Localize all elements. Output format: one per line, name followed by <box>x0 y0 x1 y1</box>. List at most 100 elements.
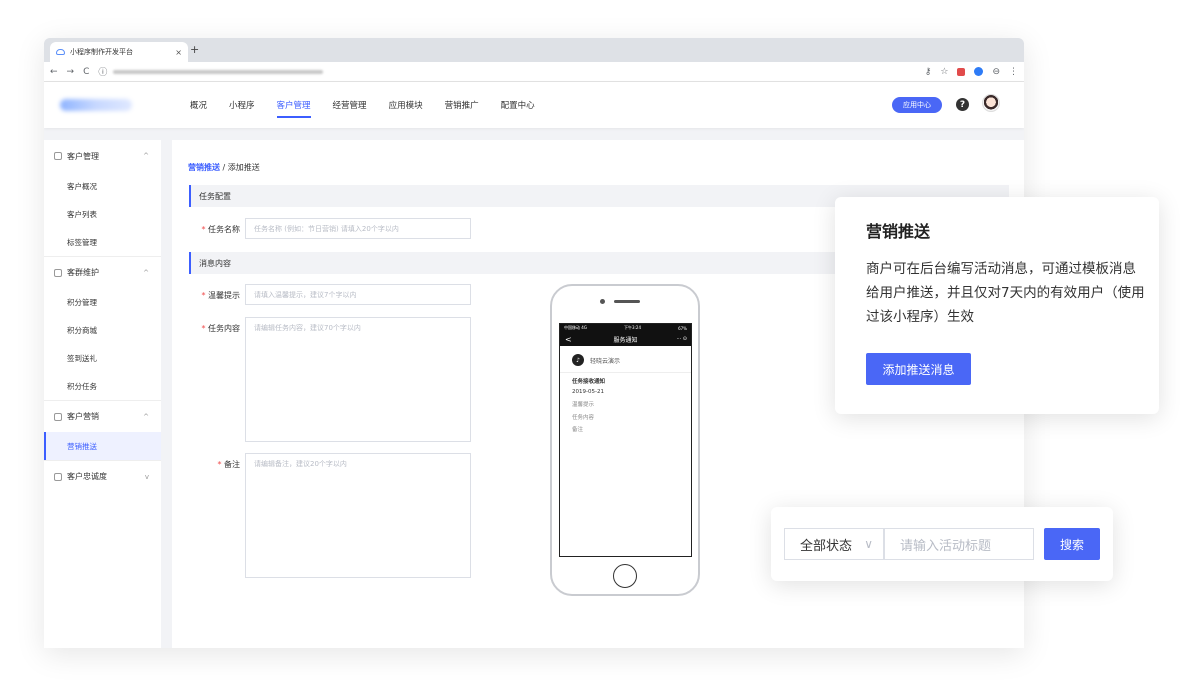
sidebar-item-tags[interactable]: 标签管理 <box>44 228 161 256</box>
app-center-button[interactable]: 应用中心 <box>892 97 942 113</box>
task-name-label: * 任务名称 <box>180 224 240 235</box>
breadcrumb-current: 添加推送 <box>227 163 260 172</box>
content-textarea[interactable]: 请编辑任务内容，建议70个字以内 <box>245 317 471 442</box>
sidebar-item-tasks[interactable]: 积分任务 <box>44 372 161 400</box>
address-bar: ← → C ⓘ ⚷ ☆ ⊖ ⋮ <box>44 62 1024 82</box>
carrier: 中国移动 4G <box>564 325 587 330</box>
status-select[interactable]: 全部状态 ∨ <box>784 528 884 560</box>
key-icon[interactable]: ⚷ <box>925 67 932 77</box>
chevron-up-icon: ^ <box>143 412 149 421</box>
tab-title: 小程序制作开发平台 <box>70 48 133 56</box>
camera-icon <box>600 299 605 304</box>
nav-customer[interactable]: 客户管理 <box>276 82 311 128</box>
cloud-icon <box>56 49 65 55</box>
label-text: 备注 <box>224 460 240 469</box>
required-mark: * <box>217 460 222 469</box>
nav-marketing[interactable]: 营销推广 <box>445 82 479 128</box>
breadcrumb: 营销推送 / 添加推送 <box>188 162 260 173</box>
new-tab-button[interactable]: + <box>190 43 199 56</box>
chevron-up-icon: ^ <box>143 268 149 277</box>
sidebar-group-maintain[interactable]: 客群维护 ^ <box>44 256 161 288</box>
capsule-icon: ··· ⊙ <box>676 336 687 342</box>
sidebar-item-points[interactable]: 积分管理 <box>44 288 161 316</box>
search-card: 全部状态 ∨ 请输入活动标题 搜索 <box>771 507 1113 581</box>
reload-icon[interactable]: C <box>83 67 89 77</box>
extension-blue-icon[interactable] <box>974 67 984 76</box>
close-icon[interactable]: × <box>175 48 182 57</box>
add-push-button[interactable]: 添加推送消息 <box>866 353 971 385</box>
speaker <box>614 300 640 303</box>
phone-preview: 中国移动 4G 下午3:24 67% < 服务通知 ··· ⊙ ♪ 轻晓云演示 … <box>550 284 700 596</box>
back-icon: < <box>565 334 572 344</box>
sidebar-group-marketing[interactable]: 客户营销 ^ <box>44 400 161 432</box>
sidebar-group-customer[interactable]: 客户管理 ^ <box>44 140 161 172</box>
nav-modules[interactable]: 应用模块 <box>389 82 423 128</box>
promo-title: 营销推送 <box>866 222 931 241</box>
group-icon <box>54 268 62 277</box>
search-input[interactable]: 请输入活动标题 <box>884 528 1034 560</box>
promo-card: 营销推送 商户可在后台编写活动消息，可通过模板消息给用户推送，并且仅对7天内的有… <box>835 197 1159 414</box>
group-label: 客户营销 <box>67 412 99 421</box>
notice-line: 备注 <box>572 427 584 433</box>
sidebar: 客户管理 ^ 客户概况 客户列表 标签管理 客群维护 ^ 积分管理 积分商城 签… <box>44 140 161 648</box>
sidebar-item-list[interactable]: 客户列表 <box>44 200 161 228</box>
extension-red-icon[interactable] <box>957 67 966 76</box>
label-text: 温馨提示 <box>208 291 240 300</box>
task-name-input[interactable]: 任务名称 (例如：节日营销) 请填入20个字以内 <box>245 218 471 239</box>
help-icon[interactable]: ? <box>956 98 969 111</box>
logo[interactable] <box>60 99 132 111</box>
required-mark: * <box>201 225 206 234</box>
time: 下午3:24 <box>624 325 641 330</box>
sender-name: 轻晓云演示 <box>590 357 621 365</box>
search-button[interactable]: 搜索 <box>1044 528 1100 560</box>
app-icon: ♪ <box>572 354 584 366</box>
nav-business[interactable]: 经营管理 <box>333 82 367 128</box>
group-label: 客户管理 <box>67 151 99 161</box>
required-mark: * <box>201 291 206 300</box>
notice-date: 2019-05-21 <box>572 388 604 395</box>
extensions: ⚷ ☆ ⊖ ⋮ <box>925 67 1018 77</box>
account-icon[interactable]: ⊖ <box>992 67 1000 77</box>
battery: 67% <box>678 325 687 331</box>
star-icon[interactable]: ☆ <box>940 67 948 77</box>
status-bar: 中国移动 4G 下午3:24 67% <box>560 324 691 332</box>
avatar[interactable] <box>982 94 1000 112</box>
crown-icon <box>54 472 62 481</box>
url-field[interactable]: ⓘ <box>98 66 915 78</box>
chevron-down-icon: ∨ <box>864 537 873 551</box>
browser-tab[interactable]: 小程序制作开发平台 × <box>50 42 188 62</box>
nav-config[interactable]: 配置中心 <box>501 82 535 128</box>
nav-overview[interactable]: 概况 <box>190 82 207 128</box>
sidebar-item-push[interactable]: 营销推送 <box>44 432 161 460</box>
notice-line: 温馨提示 <box>572 402 595 408</box>
tip-input[interactable]: 请填入温馨提示，建议7个字以内 <box>245 284 471 305</box>
breadcrumb-link[interactable]: 营销推送 <box>188 163 220 172</box>
notice-header: ♪ 轻晓云演示 <box>560 346 691 373</box>
label-text: 任务名称 <box>208 225 240 234</box>
sidebar-item-mall[interactable]: 积分商城 <box>44 316 161 344</box>
nav-miniprogram[interactable]: 小程序 <box>229 82 255 128</box>
menu-icon[interactable]: ⋮ <box>1009 67 1018 77</box>
blurred-url <box>113 69 324 74</box>
group-label: 客群维护 <box>67 268 99 277</box>
sidebar-item-overview[interactable]: 客户概况 <box>44 172 161 200</box>
required-mark: * <box>201 324 206 333</box>
info-icon[interactable]: ⓘ <box>98 65 107 78</box>
remark-label: * 备注 <box>180 459 240 470</box>
tab-strip: 小程序制作开发平台 × + <box>44 38 1024 62</box>
promo-description: 商户可在后台编写活动消息，可通过模板消息给用户推送，并且仅对7天内的有效用户（使… <box>866 261 1145 325</box>
phone-screen: 中国移动 4G 下午3:24 67% < 服务通知 ··· ⊙ ♪ 轻晓云演示 … <box>559 323 692 557</box>
sidebar-item-checkin[interactable]: 签到送礼 <box>44 344 161 372</box>
forward-icon[interactable]: → <box>67 67 75 77</box>
notice-body: 任务接收通知 2019-05-21 温馨提示 任务内容 备注 <box>560 373 691 448</box>
select-value: 全部状态 <box>800 538 853 554</box>
remark-textarea[interactable]: 请编辑备注，建议20个字以内 <box>245 453 471 578</box>
chevron-down-icon: v <box>144 472 149 481</box>
chevron-up-icon: ^ <box>143 152 149 160</box>
sidebar-group-loyalty[interactable]: 客户忠诚度 v <box>44 460 161 492</box>
notice-line: 任务内容 <box>572 414 595 421</box>
top-nav: 概况 小程序 客户管理 经营管理 应用模块 营销推广 配置中心 <box>190 82 535 128</box>
home-button <box>613 564 637 588</box>
app-header: 概况 小程序 客户管理 经营管理 应用模块 营销推广 配置中心 应用中心 ? <box>44 82 1024 128</box>
back-icon[interactable]: ← <box>50 67 58 77</box>
